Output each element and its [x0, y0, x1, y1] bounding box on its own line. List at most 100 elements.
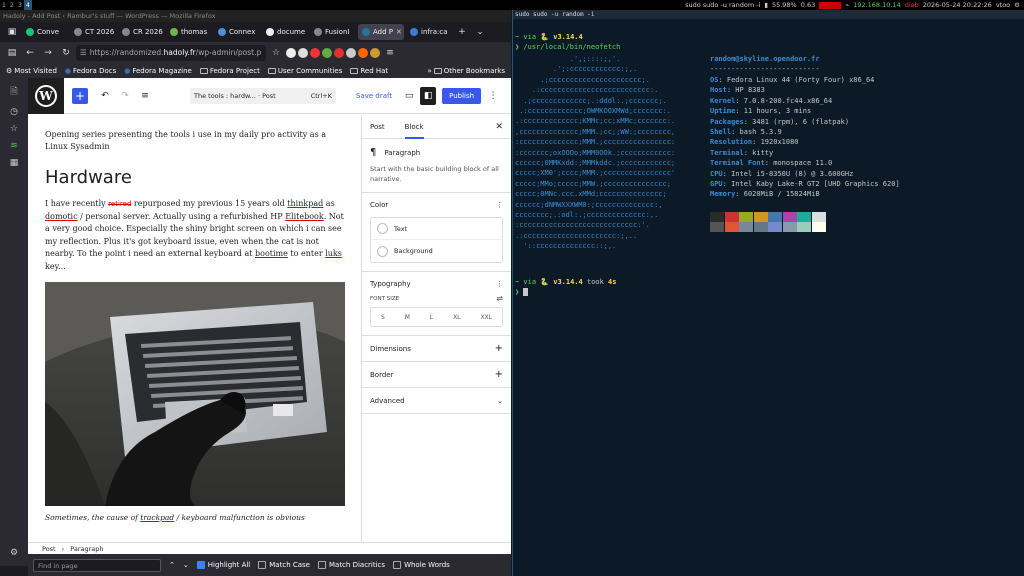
workspace-1[interactable]: 1 — [0, 0, 8, 10]
find-previous-icon[interactable]: ⌃ — [169, 561, 175, 569]
back-icon[interactable]: ← — [22, 45, 38, 61]
dimensions-panel[interactable]: Dimensions + — [362, 336, 511, 362]
bookmark-fedora-magazine[interactable]: ● Fedora Magazine — [124, 67, 192, 75]
sidebar-toggle-icon[interactable]: ▤ — [4, 45, 20, 61]
extension-t-icon[interactable] — [286, 48, 296, 58]
tab-2[interactable]: CR 2026 — [118, 24, 164, 40]
advanced-panel[interactable]: Advanced ⌄ — [362, 388, 511, 414]
sidebar-layers-icon[interactable]: ≋ — [10, 141, 18, 151]
highlight-all-checkbox[interactable]: Highlight All — [196, 561, 250, 569]
logo-line: .:ccccccccccccc;KMMc;cc;xMMc;ccccccc:. — [515, 117, 676, 126]
folder-icon — [433, 68, 442, 74]
size-xxl[interactable]: XXL — [480, 314, 492, 321]
color-options-icon[interactable]: ⋮ — [496, 201, 503, 209]
match-diacritics-checkbox[interactable]: Match Diacritics — [317, 561, 385, 569]
wordpress-logo-icon[interactable]: W — [28, 77, 64, 114]
info-value: bash 5.3.9 — [739, 128, 782, 136]
preview-icon[interactable]: ▭ — [402, 87, 416, 105]
find-next-icon[interactable]: ⌄ — [183, 561, 189, 569]
info-value: monospace 11.0 — [773, 159, 833, 168]
breadcrumb-paragraph[interactable]: Paragraph — [70, 545, 103, 553]
tab-block[interactable]: Block — [404, 123, 424, 139]
tab-1[interactable]: CT 2026 — [70, 24, 116, 40]
image-caption[interactable]: Sometimes, the cause of trackpad / keybo… — [45, 513, 345, 522]
tab-post[interactable]: Post — [370, 123, 385, 131]
more-options-icon[interactable]: ⋮ — [487, 87, 499, 105]
save-draft-button[interactable]: Save draft — [356, 92, 392, 100]
workspace-3[interactable]: 3 — [16, 0, 24, 10]
favicon-icon — [74, 28, 82, 36]
extension-grey-icon[interactable] — [346, 48, 356, 58]
tab-5[interactable]: docume — [262, 24, 308, 40]
tab-8[interactable]: infra:ca — [406, 24, 452, 40]
tab-7[interactable]: Add P ✕ — [358, 24, 404, 40]
new-tab-icon[interactable]: + — [454, 24, 470, 40]
bookmark-other[interactable]: » Other Bookmarks — [427, 67, 505, 75]
breadcrumb-post[interactable]: Post — [42, 545, 56, 553]
heading-hardware[interactable]: Hardware — [45, 167, 345, 188]
document-title-bar[interactable]: The tools : hardw... · Post Ctrl+K — [190, 87, 336, 104]
bookmark-fedora-project[interactable]: Fedora Project — [199, 67, 260, 75]
url-bar[interactable]: ☰ https://randomized.hadoly.fr/wp-admin/… — [76, 45, 266, 61]
extension-red-icon[interactable] — [310, 48, 320, 58]
size-l[interactable]: L — [430, 314, 433, 321]
laptop-photo-image[interactable] — [45, 281, 345, 506]
tab-list-icon[interactable]: ▣ — [4, 24, 20, 40]
size-xl[interactable]: XL — [453, 314, 460, 321]
hardware-paragraph[interactable]: I have recently retired repurposed my pr… — [45, 198, 345, 274]
terminal-window[interactable]: sudo sudo -u random -i ~ via 🐍 v3.14.4 ❯… — [512, 10, 1024, 576]
sidebar-grid-icon[interactable]: ▦ — [10, 158, 19, 168]
settings-icon[interactable]: ⚙ — [1014, 1, 1020, 9]
text-color-item[interactable]: Text — [371, 218, 502, 240]
close-icon[interactable]: ✕ — [495, 122, 503, 132]
settings-panel-icon[interactable]: ◧ — [420, 86, 437, 105]
background-color-item[interactable]: Background — [371, 240, 502, 262]
current-prompt[interactable]: ❯ — [515, 287, 529, 297]
close-tab-icon[interactable]: ✕ — [396, 28, 402, 36]
reload-icon[interactable]: ↻ — [58, 45, 74, 61]
site-info-icon[interactable]: ☰ — [80, 45, 87, 61]
list-all-tabs-icon[interactable]: ⌄ — [472, 24, 488, 40]
size-s[interactable]: S — [381, 314, 385, 321]
memory-alert-block — [819, 1, 842, 9]
sidebar-history-icon[interactable]: 🗎 — [10, 84, 17, 100]
palette-swatch — [753, 212, 768, 222]
workspace-4[interactable]: 4 — [24, 0, 32, 10]
font-size-settings-icon[interactable]: ⇌ — [496, 294, 503, 303]
forward-icon[interactable]: → — [40, 45, 56, 61]
typography-options-icon[interactable]: ⋮ — [496, 280, 503, 288]
match-case-checkbox[interactable]: Match Case — [258, 561, 310, 569]
size-m[interactable]: M — [405, 314, 410, 321]
extension-g-icon[interactable] — [298, 48, 308, 58]
workspace-2[interactable]: 2 — [8, 0, 16, 10]
extension-orange-icon[interactable] — [358, 48, 368, 58]
tab-4[interactable]: Connex — [214, 24, 260, 40]
sidebar-settings-icon[interactable]: ⚙ — [10, 548, 18, 558]
tab-6[interactable]: FusionI — [310, 24, 356, 40]
extension-adblock-icon[interactable] — [334, 48, 344, 58]
extension-fox-icon[interactable] — [370, 48, 380, 58]
add-block-button[interactable]: + — [72, 87, 88, 104]
publish-button[interactable]: Publish — [442, 87, 482, 104]
bookmark-red-hat[interactable]: Red Hat — [350, 67, 388, 75]
sidebar-clock-icon[interactable]: ◷ — [10, 107, 18, 117]
editor-canvas[interactable]: Opening series presenting the tools i us… — [28, 115, 361, 527]
menu-icon[interactable]: ≡ — [382, 45, 398, 61]
redo-icon[interactable]: ↷ — [118, 87, 132, 105]
bookmark-most-visited[interactable]: ⚙ Most Visited — [6, 67, 57, 75]
border-panel[interactable]: Border + — [362, 362, 511, 388]
favicon-icon — [314, 28, 322, 36]
intro-paragraph[interactable]: Opening series presenting the tools i us… — [45, 129, 345, 153]
bookmark-user-communities[interactable]: User Communities — [267, 67, 342, 75]
bookmark-star-icon[interactable]: ☆ — [268, 45, 284, 61]
sidebar-star-icon[interactable]: ☆ — [10, 124, 18, 134]
bookmark-fedora-docs[interactable]: ● Fedora Docs — [65, 67, 116, 75]
undo-icon[interactable]: ↶ — [98, 87, 112, 105]
extension-green-icon[interactable] — [322, 48, 332, 58]
tab-0[interactable]: Conve — [22, 24, 68, 40]
gear-icon: ⚙ — [6, 67, 13, 75]
find-input[interactable]: Find in page — [33, 558, 161, 572]
tab-3[interactable]: thomas — [166, 24, 212, 40]
document-overview-icon[interactable]: ≡ — [138, 87, 152, 105]
whole-words-checkbox[interactable]: Whole Words — [393, 561, 450, 569]
